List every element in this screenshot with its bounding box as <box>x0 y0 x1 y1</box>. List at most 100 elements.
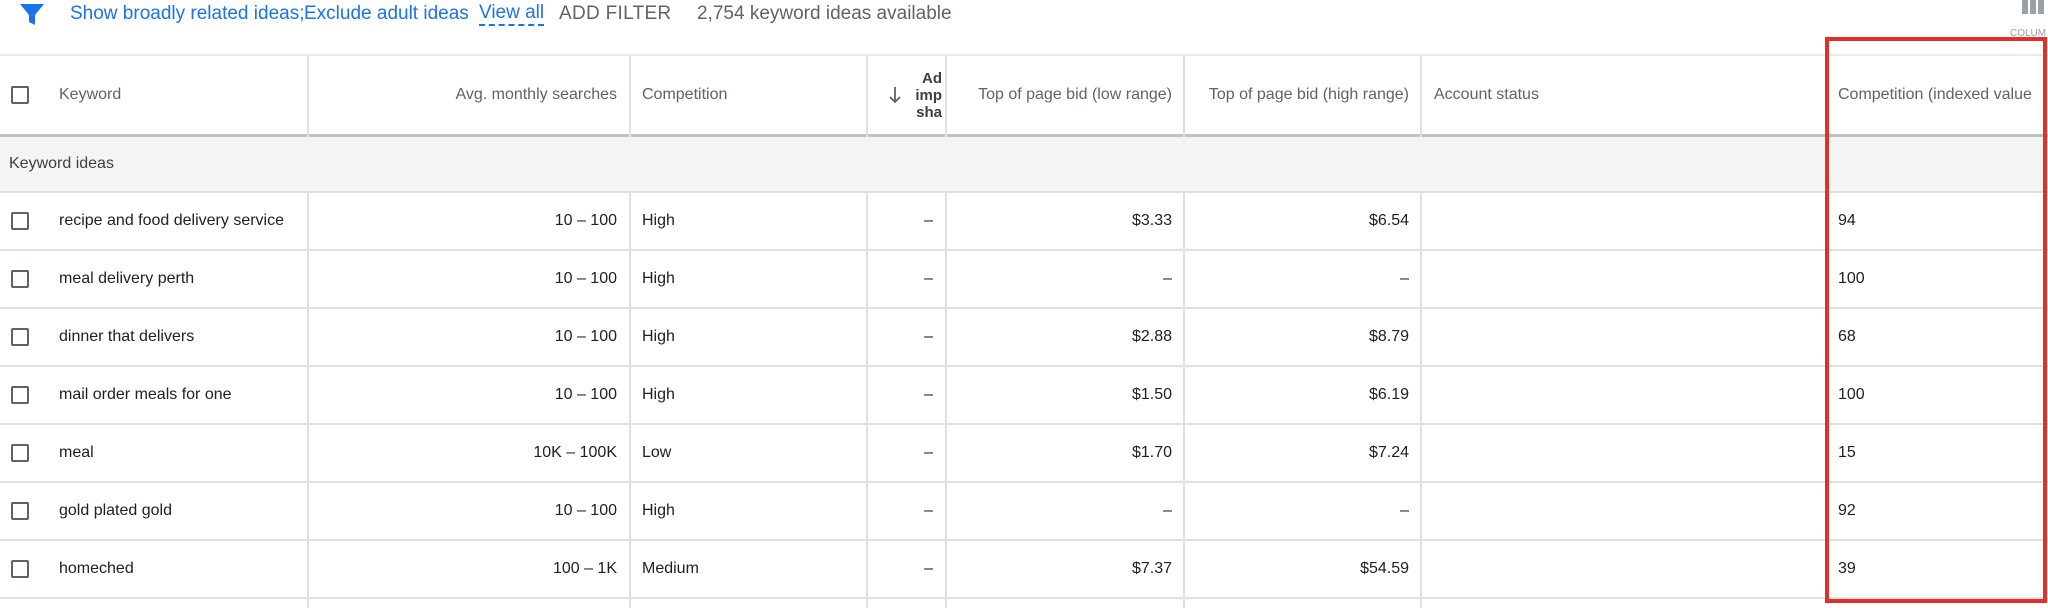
cell-competition-indexed: 94 <box>1826 193 2048 249</box>
cell-competition-value: High <box>642 328 675 345</box>
cell-bid-low-value: $1.50 <box>1131 386 1172 403</box>
row-checkbox[interactable] <box>11 270 29 288</box>
cell-bid-high: $6.19 <box>1185 367 1421 423</box>
cell-bid-high: $8.79 <box>1185 309 1421 365</box>
cell-keyword-value: gold plated gold <box>59 502 172 519</box>
cell-ad-share: – <box>868 251 945 307</box>
cell-bid-low: – <box>947 483 1184 539</box>
cell-competition: High <box>630 483 866 539</box>
row-checkbox[interactable] <box>11 386 29 404</box>
cell-avg-searches-value: 10 – 100 <box>554 328 617 345</box>
table-row[interactable]: mail order meals for one 10 – 100 High – $1.… <box>0 367 2048 425</box>
cell-keyword: gold plated gold <box>47 483 309 539</box>
cell-ad-share: – <box>868 425 945 481</box>
cell-avg-searches: 10 – 100 <box>309 483 629 539</box>
row-checkbox[interactable] <box>11 502 29 520</box>
cell-avg-searches-value: 10K – 100K <box>533 444 617 461</box>
cell-competition-indexed: 15 <box>1826 425 2048 481</box>
cell-bid-high: $6.54 <box>1185 193 1421 249</box>
cell-keyword: meal delivery perth <box>47 251 309 307</box>
cell-bid-low-value: – <box>1163 270 1172 287</box>
column-header-competition[interactable]: Competition <box>630 56 866 134</box>
view-all-link[interactable]: View all <box>479 3 545 26</box>
select-all-checkbox[interactable] <box>11 86 29 104</box>
cell-ad-share: – <box>868 367 945 423</box>
cell-competition-indexed: 100 <box>1826 367 2048 423</box>
cell-account-status <box>1422 367 1826 423</box>
cell-ad-share-value: – <box>924 386 933 403</box>
exclude-adult-ideas-link[interactable]: Exclude adult ideas <box>304 3 469 25</box>
cell-avg-searches: 10 – 100 <box>309 367 629 423</box>
cell-bid-high: – <box>1185 251 1421 307</box>
row-checkbox[interactable] <box>11 444 29 462</box>
column-header-bid-high[interactable]: Top of page bid (high range) <box>1185 56 1421 134</box>
cell-ad-share-value: – <box>924 502 933 519</box>
cell-competition-indexed: 100 <box>1826 251 2048 307</box>
column-header-ad-impression-share[interactable]: Ad imp sha <box>868 56 946 134</box>
column-header-account-status[interactable]: Account status <box>1422 56 1826 134</box>
row-checkbox[interactable] <box>11 560 29 578</box>
group-header-row: Keyword ideas <box>0 137 2048 193</box>
cell-bid-high-value: – <box>1400 502 1409 519</box>
cell-bid-low-value: $1.70 <box>1131 444 1172 461</box>
table-row[interactable]: homeched 100 – 1K Medium – $7.37 $54.59 39 <box>0 541 2048 599</box>
columns-label: COLUM <box>2010 28 2047 39</box>
cell-ad-share-value: – <box>924 328 933 345</box>
cell-avg-searches-value: 10 – 100 <box>554 212 617 229</box>
cell-ad-share: – <box>868 541 945 597</box>
row-checkbox[interactable] <box>11 212 29 230</box>
row-checkbox[interactable] <box>11 328 29 346</box>
cell-competition: High <box>630 367 866 423</box>
cell-keyword: meal <box>47 425 309 481</box>
cell-bid-low: $3.33 <box>947 193 1184 249</box>
cell-bid-low-value: $7.37 <box>1131 560 1172 577</box>
cell-keyword-value: recipe and food delivery service <box>59 212 285 229</box>
column-header-keyword[interactable]: Keyword <box>47 56 309 134</box>
ad-share-header-line-3: sha <box>916 104 942 121</box>
cell-bid-low-value: – <box>1163 502 1172 519</box>
cell-competition-indexed-value: 68 <box>1838 328 1856 345</box>
cell-competition-indexed-value: 92 <box>1838 502 1856 519</box>
table-row[interactable]: meal 10K – 100K Low – $1.70 $7.24 15 <box>0 425 2048 483</box>
cell-competition: High <box>630 251 866 307</box>
cell-competition-indexed-value: 15 <box>1838 444 1856 461</box>
cell-bid-low-value: $2.88 <box>1131 328 1172 345</box>
group-label-keyword-ideas: Keyword ideas <box>9 155 114 172</box>
cell-bid-high: $54.59 <box>1185 541 1421 597</box>
cell-account-status <box>1422 425 1826 481</box>
column-header-avg-searches[interactable]: Avg. monthly searches <box>309 56 629 134</box>
cell-account-status <box>1422 483 1826 539</box>
cell-avg-searches: 100 – 1K <box>309 541 629 597</box>
cell-competition-indexed: 39 <box>1826 541 2048 597</box>
cell-ad-share: – <box>868 193 945 249</box>
cell-account-status <box>1422 309 1826 365</box>
cell-bid-high-value: $6.19 <box>1368 386 1409 403</box>
cell-bid-high-value: $8.79 <box>1368 328 1409 345</box>
columns-icon[interactable] <box>2022 0 2044 14</box>
cell-bid-high-value: – <box>1400 270 1409 287</box>
cell-bid-low: $2.88 <box>947 309 1184 365</box>
filter-icon[interactable] <box>18 2 46 28</box>
table-row[interactable]: gold plated gold 10 – 100 High – – – 92 <box>0 483 2048 541</box>
cell-avg-searches: 10 – 100 <box>309 251 629 307</box>
cell-ad-share: – <box>868 483 945 539</box>
column-header-bid-low[interactable]: Top of page bid (low range) <box>947 56 1184 134</box>
cell-bid-high: – <box>1185 483 1421 539</box>
cell-competition-indexed: 92 <box>1826 483 2048 539</box>
show-broadly-related-link[interactable]: Show broadly related ideas; <box>70 3 304 25</box>
table-row[interactable]: meal delivery perth 10 – 100 High – – – 100 <box>0 251 2048 309</box>
keyword-count-label: 2,754 keyword ideas available <box>697 3 952 24</box>
table-row[interactable]: recipe and food delivery service 10 – 100… <box>0 193 2048 251</box>
add-filter-button[interactable]: ADD FILTER <box>559 3 671 25</box>
column-header-competition-indexed[interactable]: Competition (indexed value <box>1826 56 2048 134</box>
ad-share-header-line-1: Ad <box>922 70 942 87</box>
table-row[interactable]: dinner that delivers 10 – 100 High – $2.88 $8… <box>0 309 2048 367</box>
cell-keyword-value: homeched <box>59 560 134 577</box>
cell-account-status <box>1422 251 1826 307</box>
cell-avg-searches: 10 – 100 <box>309 309 629 365</box>
sort-down-icon <box>889 87 901 104</box>
cell-avg-searches-value: 10 – 100 <box>554 270 617 287</box>
cell-ad-share-value: – <box>924 212 933 229</box>
cell-competition-value: High <box>642 502 675 519</box>
cell-bid-low: – <box>947 251 1184 307</box>
